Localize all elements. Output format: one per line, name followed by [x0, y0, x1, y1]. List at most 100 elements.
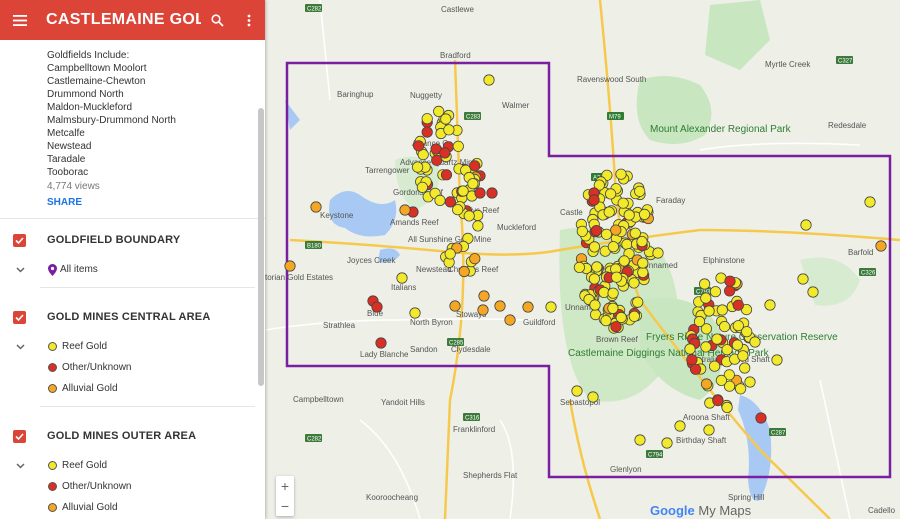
reef-gold-marker[interactable]: [607, 302, 619, 314]
other-unknown-marker[interactable]: [712, 394, 724, 407]
reef-gold-marker[interactable]: [396, 272, 408, 284]
alluvial-gold-marker[interactable]: [458, 265, 470, 278]
reef-gold-marker[interactable]: [715, 374, 728, 386]
reef-gold-marker[interactable]: [637, 266, 649, 278]
zoom-out-button[interactable]: −: [276, 496, 294, 516]
reef-gold-marker[interactable]: [457, 185, 469, 197]
alluvial-gold-marker[interactable]: [494, 300, 506, 312]
other-unknown-marker[interactable]: [610, 321, 622, 333]
legend-item[interactable]: Other/Unknown: [0, 357, 265, 378]
other-unknown-marker[interactable]: [732, 299, 744, 311]
reef-gold-marker[interactable]: [576, 225, 588, 237]
search-icon[interactable]: [201, 0, 233, 40]
other-unknown-marker[interactable]: [474, 187, 486, 199]
reef-gold-marker[interactable]: [573, 261, 586, 273]
reef-gold-marker[interactable]: [421, 113, 433, 125]
alluvial-gold-marker[interactable]: [399, 204, 411, 216]
reef-gold-marker[interactable]: [636, 236, 648, 248]
legend-item[interactable]: All items: [0, 259, 265, 280]
reef-gold-marker[interactable]: [709, 286, 722, 298]
other-unknown-marker[interactable]: [412, 140, 425, 152]
reef-gold-marker[interactable]: [621, 238, 633, 250]
alluvial-gold-marker[interactable]: [522, 301, 534, 313]
layer-checkbox[interactable]: [13, 233, 26, 247]
reef-gold-marker[interactable]: [607, 241, 620, 253]
reef-gold-marker[interactable]: [739, 362, 751, 374]
other-unknown-marker[interactable]: [689, 363, 702, 375]
reef-gold-marker[interactable]: [598, 286, 610, 298]
alluvial-gold-marker[interactable]: [310, 201, 322, 213]
reef-gold-marker[interactable]: [708, 360, 721, 372]
reef-gold-marker[interactable]: [674, 420, 686, 432]
reef-gold-marker[interactable]: [603, 206, 615, 218]
reef-gold-marker[interactable]: [617, 197, 629, 209]
alluvial-gold-marker[interactable]: [504, 314, 516, 326]
share-link[interactable]: SHARE: [47, 196, 82, 209]
other-unknown-marker[interactable]: [590, 225, 603, 237]
reef-gold-marker[interactable]: [591, 261, 603, 273]
reef-gold-marker[interactable]: [629, 227, 641, 239]
reef-gold-marker[interactable]: [615, 168, 627, 180]
reef-gold-marker[interactable]: [652, 247, 664, 259]
reef-gold-marker[interactable]: [588, 273, 601, 285]
reef-gold-marker[interactable]: [545, 301, 557, 313]
reef-gold-marker[interactable]: [637, 257, 649, 269]
reef-gold-marker[interactable]: [628, 310, 640, 322]
reef-gold-marker[interactable]: [452, 140, 464, 152]
reef-gold-marker[interactable]: [711, 333, 723, 345]
other-unknown-marker[interactable]: [755, 412, 767, 424]
other-unknown-marker[interactable]: [486, 187, 498, 199]
legend-item[interactable]: Alluvial Gold: [0, 378, 265, 399]
other-unknown-marker[interactable]: [686, 354, 698, 366]
reef-gold-marker[interactable]: [443, 124, 455, 136]
chevron-down-icon[interactable]: [0, 266, 40, 273]
reef-gold-marker[interactable]: [587, 391, 599, 403]
reef-gold-marker[interactable]: [610, 271, 623, 283]
more-vert-icon[interactable]: [233, 0, 265, 40]
reef-gold-marker[interactable]: [634, 434, 646, 446]
reef-gold-marker[interactable]: [807, 286, 819, 298]
reef-gold-marker[interactable]: [589, 299, 601, 311]
reef-gold-marker[interactable]: [718, 320, 731, 333]
reef-gold-marker[interactable]: [600, 228, 613, 240]
reef-gold-marker[interactable]: [604, 188, 617, 200]
alluvial-gold-marker[interactable]: [449, 300, 461, 312]
reef-gold-marker[interactable]: [467, 178, 479, 190]
alluvial-gold-marker[interactable]: [469, 253, 481, 265]
alluvial-gold-marker[interactable]: [700, 378, 713, 390]
reef-gold-marker[interactable]: [721, 401, 733, 413]
other-unknown-marker[interactable]: [375, 337, 387, 349]
other-unknown-marker[interactable]: [371, 301, 383, 313]
reef-gold-marker[interactable]: [472, 220, 484, 232]
reef-gold-marker[interactable]: [615, 311, 627, 324]
chevron-down-icon[interactable]: [0, 462, 40, 469]
reef-gold-marker[interactable]: [734, 383, 747, 395]
other-unknown-marker[interactable]: [431, 154, 443, 166]
reef-gold-marker[interactable]: [634, 185, 646, 197]
reef-gold-marker[interactable]: [716, 304, 728, 316]
legend-item[interactable]: Reef Gold: [0, 455, 265, 476]
reef-gold-marker[interactable]: [588, 241, 601, 253]
layer-checkbox[interactable]: [13, 310, 26, 324]
reef-gold-marker[interactable]: [483, 74, 495, 86]
reef-gold-marker[interactable]: [731, 339, 744, 351]
reef-gold-marker[interactable]: [700, 341, 712, 353]
legend-item[interactable]: Other/Unknown: [0, 476, 265, 497]
reef-gold-marker[interactable]: [703, 424, 715, 436]
reef-gold-marker[interactable]: [440, 113, 452, 125]
reef-gold-marker[interactable]: [864, 196, 876, 208]
other-unknown-marker[interactable]: [469, 160, 481, 172]
reef-gold-marker[interactable]: [684, 343, 696, 355]
other-unknown-marker[interactable]: [724, 275, 736, 287]
reef-gold-marker[interactable]: [749, 336, 761, 348]
reef-gold-marker[interactable]: [771, 354, 783, 366]
alluvial-gold-marker[interactable]: [610, 224, 622, 236]
reef-gold-marker[interactable]: [452, 204, 464, 216]
reef-gold-marker[interactable]: [744, 376, 756, 388]
hamburger-menu-icon[interactable]: [0, 0, 40, 40]
reef-gold-marker[interactable]: [607, 287, 619, 299]
reef-gold-marker[interactable]: [698, 278, 711, 290]
alluvial-gold-marker[interactable]: [478, 290, 490, 302]
reef-gold-marker[interactable]: [434, 194, 446, 206]
reef-gold-marker[interactable]: [623, 209, 635, 221]
